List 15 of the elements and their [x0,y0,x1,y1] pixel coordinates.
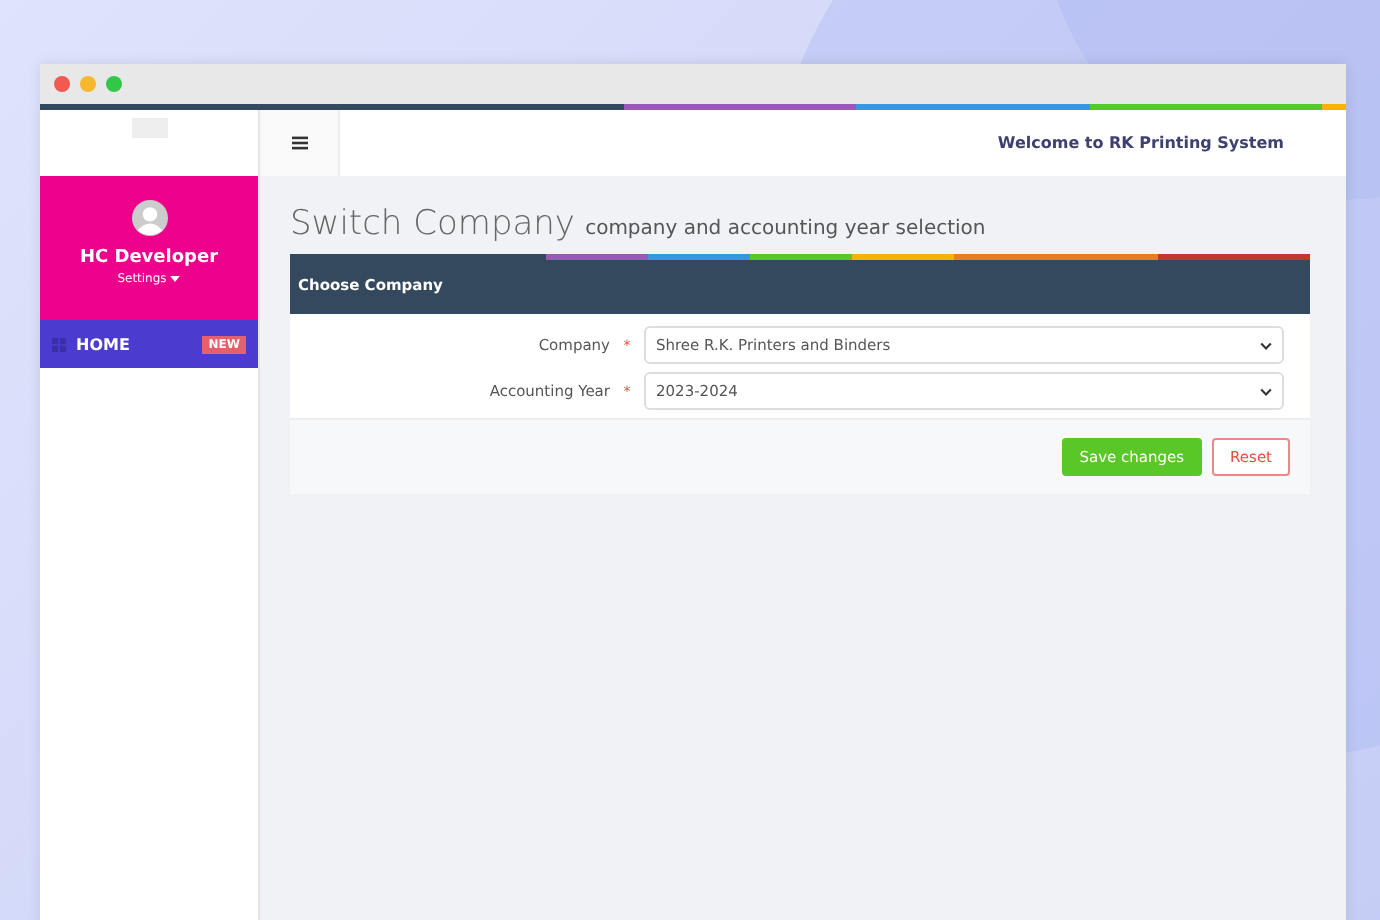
welcome-text: Welcome to RK Printing System [997,134,1284,152]
chevron-down-icon [1260,387,1272,395]
close-dot-icon[interactable] [54,76,70,92]
grid-icon [52,337,66,351]
menu-label: HOME [76,335,132,353]
minimize-dot-icon[interactable] [80,76,96,92]
menu-icon [291,136,307,150]
page-title: Switch Company [290,204,575,244]
maximize-dot-icon[interactable] [106,76,122,92]
chevron-down-icon [1260,341,1272,349]
avatar-icon [131,200,167,236]
caret-icon [170,276,181,282]
page-subtitle: company and accounting year selection [585,218,986,240]
user-name: HC Developer [79,248,219,268]
menu-button[interactable] [260,110,340,176]
